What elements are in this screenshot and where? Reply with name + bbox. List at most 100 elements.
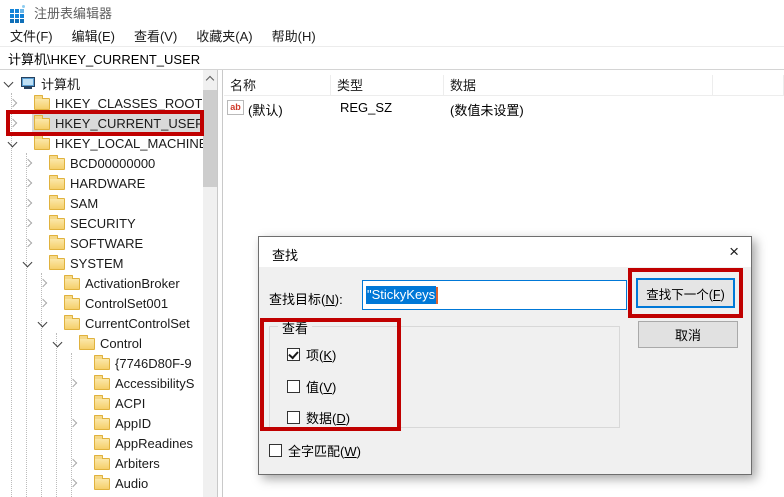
tree-item-guid-7746d80f[interactable]: {7746D80F-9 bbox=[0, 353, 203, 373]
value-type: REG_SZ bbox=[340, 100, 392, 115]
groupbox-label: 查看 bbox=[278, 318, 312, 337]
expander-placeholder bbox=[66, 433, 80, 453]
address-bar[interactable]: 计算机\HKEY_CURRENT_USER bbox=[0, 47, 784, 70]
cancel-button[interactable]: 取消 bbox=[638, 321, 738, 348]
chevron-right-icon[interactable] bbox=[21, 193, 35, 213]
folder-icon bbox=[94, 478, 110, 490]
checkbox-unchecked-icon[interactable] bbox=[287, 380, 300, 393]
label-text: 数据( bbox=[306, 411, 336, 426]
chevron-down-icon[interactable] bbox=[36, 313, 50, 333]
tree-item-hardware[interactable]: HARDWARE bbox=[0, 173, 203, 193]
label-text: 查找目标( bbox=[269, 292, 325, 307]
chevron-right-icon[interactable] bbox=[6, 113, 20, 133]
menu-view[interactable]: 查看(V) bbox=[125, 26, 186, 45]
chevron-down-icon[interactable] bbox=[51, 333, 65, 353]
tree-item-software[interactable]: SOFTWARE bbox=[0, 233, 203, 253]
tree-item-hkey-classes-root[interactable]: HKEY_CLASSES_ROOT bbox=[0, 93, 203, 113]
label-text: ) bbox=[357, 444, 361, 459]
label-accesskey: W bbox=[344, 444, 356, 459]
tree-item-currentcontrolset[interactable]: CurrentControlSet bbox=[0, 313, 203, 333]
checkbox-checked-icon[interactable] bbox=[287, 348, 300, 361]
chevron-right-icon[interactable] bbox=[66, 453, 80, 473]
tree-item-activationbroker[interactable]: ActivationBroker bbox=[0, 273, 203, 293]
tree-item-sam[interactable]: SAM bbox=[0, 193, 203, 213]
chevron-right-icon[interactable] bbox=[36, 273, 50, 293]
tree-item-accessibility[interactable]: AccessibilityS bbox=[0, 373, 203, 393]
label-text: ): bbox=[335, 292, 343, 307]
folder-icon bbox=[64, 278, 80, 290]
scrollbar-thumb[interactable] bbox=[203, 90, 217, 187]
chevron-down-icon[interactable] bbox=[6, 133, 20, 153]
tree-item-label: ACPI bbox=[115, 396, 145, 411]
value-data: (数值未设置) bbox=[450, 100, 524, 119]
folder-icon bbox=[94, 458, 110, 470]
folder-icon bbox=[94, 418, 110, 430]
checkbox-keys[interactable]: 项(K) bbox=[287, 346, 336, 362]
chevron-right-icon[interactable] bbox=[6, 93, 20, 113]
tree-item-security[interactable]: SECURITY bbox=[0, 213, 203, 233]
menu-edit[interactable]: 编辑(E) bbox=[63, 26, 124, 45]
tree-item-bcd00000000[interactable]: BCD00000000 bbox=[0, 153, 203, 173]
label-text: ) bbox=[332, 380, 336, 395]
reg-sz-ab-icon: ab bbox=[227, 100, 244, 115]
column-header-type[interactable]: 类型 bbox=[331, 75, 444, 96]
find-next-button[interactable]: 查找下一个(F) bbox=[636, 278, 735, 308]
chevron-right-icon[interactable] bbox=[66, 373, 80, 393]
tree-item-hkey-local-machine[interactable]: HKEY_LOCAL_MACHINE bbox=[0, 133, 203, 153]
panel-splitter[interactable] bbox=[217, 70, 223, 497]
registry-tree-panel: 计算机 HKEY_CLASSES_ROOT HKEY_CURRENT_USER … bbox=[0, 70, 203, 497]
table-row[interactable]: ab (默认) REG_SZ (数值未设置) bbox=[224, 98, 784, 118]
checkbox-unchecked-icon[interactable] bbox=[287, 411, 300, 424]
chevron-right-icon[interactable] bbox=[36, 293, 50, 313]
tree-item-controlset001[interactable]: ControlSet001 bbox=[0, 293, 203, 313]
tree-item-system[interactable]: SYSTEM bbox=[0, 253, 203, 273]
label-text: 项( bbox=[306, 348, 323, 363]
checkbox-label: 全字匹配(W) bbox=[288, 441, 361, 460]
chevron-down-icon[interactable] bbox=[2, 73, 16, 93]
close-icon[interactable]: × bbox=[729, 243, 739, 260]
chevron-right-icon[interactable] bbox=[21, 233, 35, 253]
folder-icon bbox=[94, 378, 110, 390]
column-header-data[interactable]: 数据 bbox=[444, 75, 713, 96]
main-area: 计算机 HKEY_CLASSES_ROOT HKEY_CURRENT_USER … bbox=[0, 70, 784, 497]
label-accesskey: V bbox=[323, 380, 332, 395]
tree-item-computer[interactable]: 计算机 bbox=[0, 73, 203, 93]
tree-item-audio[interactable]: Audio bbox=[0, 473, 203, 493]
folder-icon bbox=[49, 218, 65, 230]
chevron-right-icon[interactable] bbox=[21, 173, 35, 193]
folder-icon bbox=[64, 318, 80, 330]
dialog-title-bar[interactable]: 查找 × bbox=[259, 237, 751, 267]
folder-icon bbox=[34, 118, 50, 130]
menu-favorites[interactable]: 收藏夹(A) bbox=[187, 26, 261, 45]
folder-icon bbox=[49, 198, 65, 210]
checkbox-unchecked-icon[interactable] bbox=[269, 444, 282, 457]
checkbox-data[interactable]: 数据(D) bbox=[287, 409, 350, 425]
column-header-name[interactable]: 名称 bbox=[224, 75, 331, 96]
chevron-right-icon[interactable] bbox=[66, 473, 80, 493]
folder-icon bbox=[49, 258, 65, 270]
tree-item-hkey-current-user[interactable]: HKEY_CURRENT_USER bbox=[0, 113, 203, 133]
tree-item-appid[interactable]: AppID bbox=[0, 413, 203, 433]
chevron-down-icon[interactable] bbox=[21, 253, 35, 273]
tree-item-arbiters[interactable]: Arbiters bbox=[0, 453, 203, 473]
tree-item-appreadiness[interactable]: AppReadines bbox=[0, 433, 203, 453]
tree-item-label: SYSTEM bbox=[70, 256, 123, 271]
scrollbar-up-arrow-icon[interactable] bbox=[203, 70, 217, 86]
button-text: 查找下一个( bbox=[646, 288, 713, 302]
tree-item-label: AppReadines bbox=[115, 436, 193, 451]
checkbox-label: 数据(D) bbox=[306, 408, 350, 427]
chevron-right-icon[interactable] bbox=[21, 153, 35, 173]
chevron-right-icon[interactable] bbox=[21, 213, 35, 233]
tree-item-label: SAM bbox=[70, 196, 98, 211]
menu-file[interactable]: 文件(F) bbox=[1, 26, 62, 45]
tree-item-control[interactable]: Control bbox=[0, 333, 203, 353]
menu-help[interactable]: 帮助(H) bbox=[263, 26, 325, 45]
tree-item-acpi[interactable]: ACPI bbox=[0, 393, 203, 413]
search-input[interactable]: "StickyKeys bbox=[362, 280, 627, 310]
tree-item-label: SOFTWARE bbox=[70, 236, 143, 251]
checkbox-values[interactable]: 值(V) bbox=[287, 378, 336, 394]
dialog-title: 查找 bbox=[272, 245, 298, 264]
chevron-right-icon[interactable] bbox=[66, 413, 80, 433]
tree-scrollbar[interactable] bbox=[203, 70, 217, 497]
checkbox-match-whole-word[interactable]: 全字匹配(W) bbox=[269, 441, 361, 460]
